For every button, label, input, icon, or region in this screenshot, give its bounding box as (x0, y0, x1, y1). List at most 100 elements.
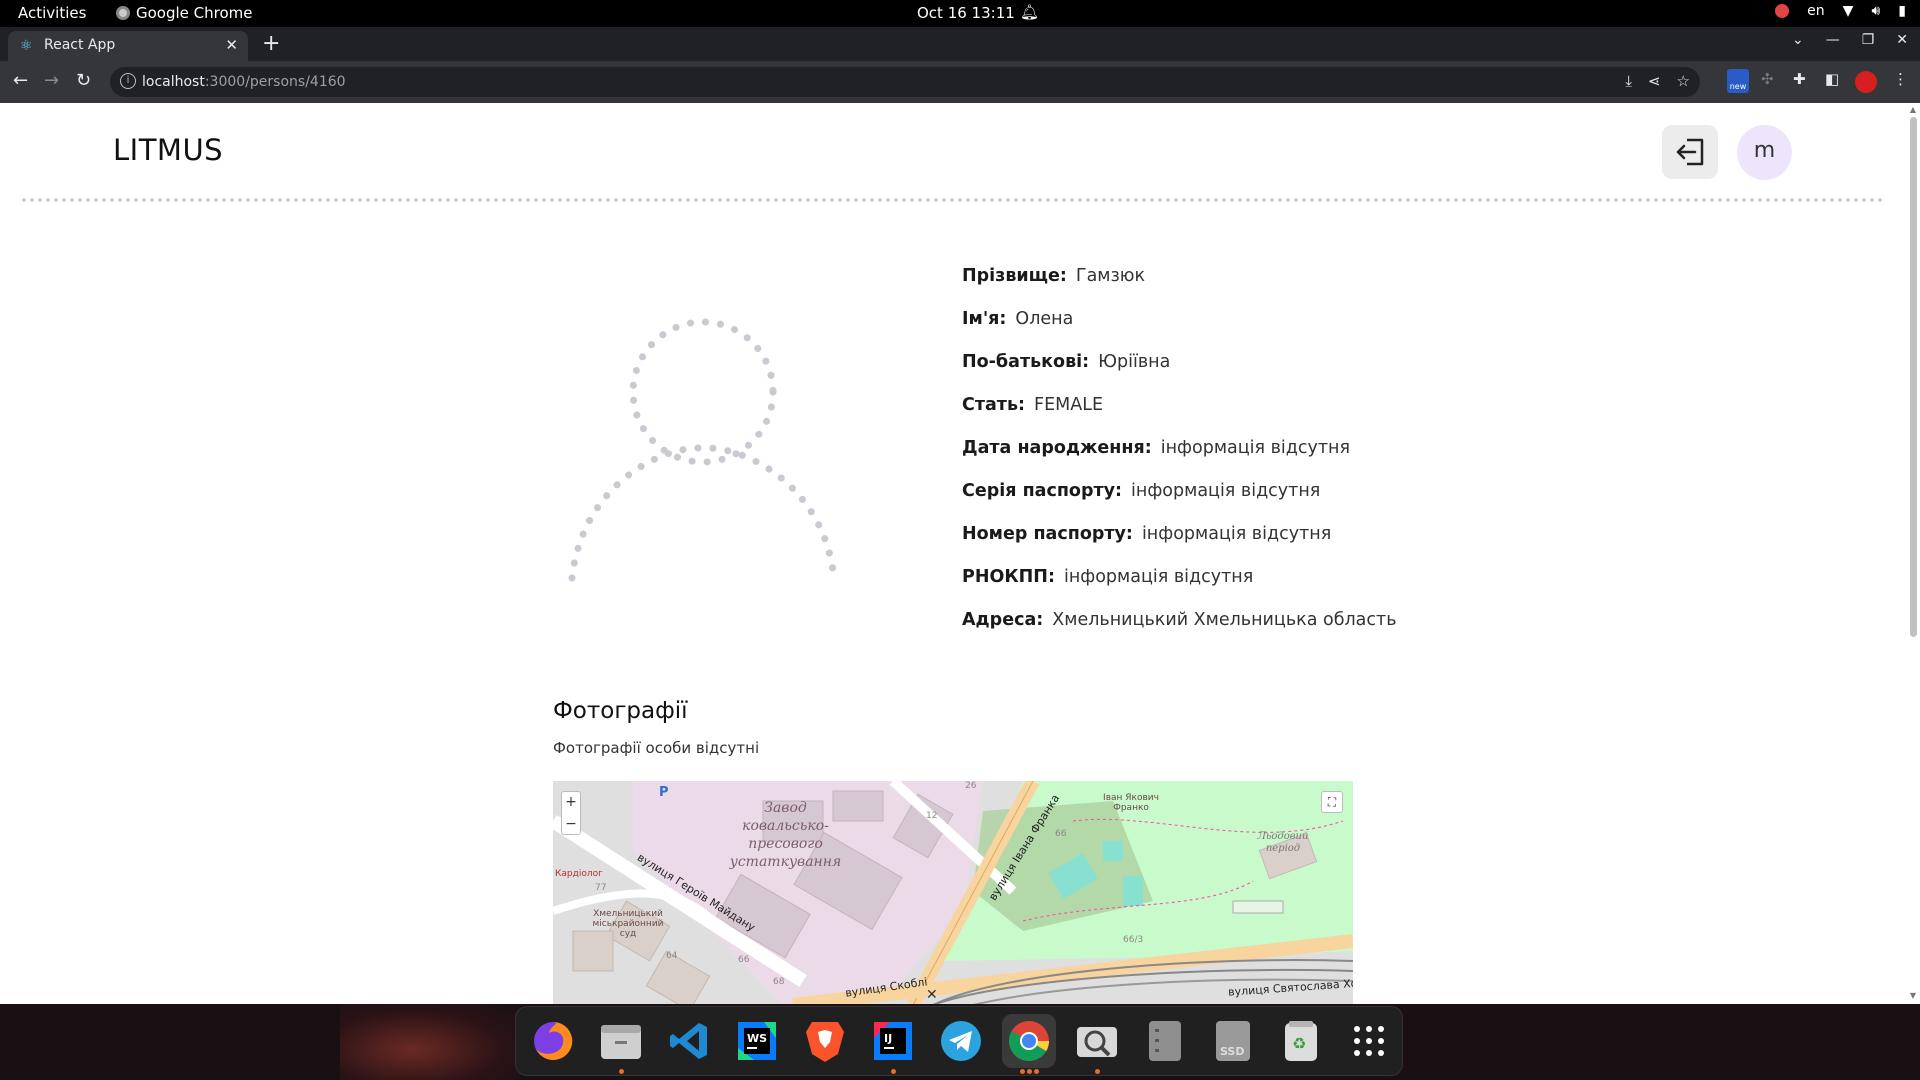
address-bar[interactable]: i localhost:3000/persons/4160 ⤓ ⋖ ☆ (110, 67, 1700, 97)
disks-icon[interactable] (1138, 1014, 1192, 1068)
webstorm-icon[interactable]: WS (730, 1014, 784, 1068)
chrome-menu-icon[interactable]: ⋮ (1893, 70, 1908, 88)
map-house-number: 77 (595, 883, 607, 893)
extension-icon[interactable]: ✣ (1761, 70, 1774, 88)
map-label-period: Льодовий період (1257, 831, 1309, 854)
install-icon[interactable]: ⤓ (1625, 72, 1632, 90)
dock: WS IJ SSD ♻ (515, 1006, 1403, 1076)
site-info-icon[interactable]: i (120, 73, 136, 89)
svg-text:IJ: IJ (884, 1032, 892, 1045)
telegram-icon[interactable] (934, 1014, 988, 1068)
maximize-icon[interactable]: ❐ (1862, 32, 1875, 48)
close-window-icon[interactable]: ✕ (1896, 32, 1908, 48)
wifi-icon: ▼ (1842, 3, 1854, 19)
intellij-icon[interactable]: IJ (866, 1014, 920, 1074)
map-house-number: 26 (965, 781, 977, 791)
screen-record-icon (1775, 4, 1790, 18)
brave-icon[interactable] (798, 1014, 852, 1068)
profile-avatar-icon[interactable] (1855, 71, 1877, 93)
notification-bell-icon: 🔔︎ (1020, 3, 1040, 21)
side-panel-icon[interactable]: ◧ (1825, 70, 1839, 88)
map-house-number: 12 (926, 811, 938, 821)
svg-text:♻: ♻ (1292, 1034, 1306, 1053)
svg-text:WS: WS (747, 1032, 767, 1045)
map-house-number: 64 (666, 951, 678, 961)
app-name: Google Chrome (136, 4, 253, 22)
firefox-icon[interactable] (526, 1014, 580, 1068)
map-label-monument: Іван Якович Франко (1103, 793, 1159, 813)
person-placeholder-icon (568, 318, 838, 582)
omnibox-actions: ⤓ ⋖ ☆ (1625, 72, 1690, 90)
image-viewer-icon[interactable] (1070, 1014, 1124, 1074)
scrollbar-thumb[interactable] (1910, 117, 1917, 637)
forward-icon[interactable]: → (44, 70, 59, 91)
extension-new-icon[interactable]: new (1727, 69, 1749, 93)
system-tray[interactable]: en ▼ 🔊︎ ▮ (1775, 3, 1906, 19)
app-logo[interactable]: LITMUS (113, 133, 223, 167)
map-zoom-control: + − (561, 791, 581, 835)
info-row-patronymic: По-батькові: Юріївна (962, 352, 1171, 372)
map-label-factory: Завод ковальсько-пресового устаткування (729, 800, 842, 870)
user-avatar[interactable]: m (1737, 125, 1792, 180)
vscode-icon[interactable] (662, 1014, 716, 1068)
info-row-passport-series: Серія паспорту: інформація відсутня (962, 481, 1321, 501)
url-text[interactable]: localhost:3000/persons/4160 (142, 74, 346, 90)
map-house-number: 68 (773, 977, 785, 987)
back-icon[interactable]: ← (13, 70, 28, 91)
info-row-sex: Стать: FEMALE (962, 395, 1104, 415)
info-row-name: Ім'я: Олена (962, 309, 1074, 329)
system-top-bar: Activities Google Chrome Oct 16 13:11 🔔︎… (0, 0, 1920, 27)
minimize-icon[interactable]: — (1826, 32, 1840, 48)
map-label-cardiolog: Кардіолог (555, 869, 603, 879)
header-divider (20, 198, 1882, 202)
reload-icon[interactable]: ↻ (76, 70, 91, 91)
map-zoom-out-button[interactable]: − (562, 814, 580, 836)
map-fullscreen-icon[interactable]: ⛶ (1321, 791, 1343, 813)
close-tab-icon[interactable]: ✕ (225, 36, 238, 54)
parking-icon: P (659, 785, 669, 800)
svg-text:SSD: SSD (1220, 1045, 1244, 1058)
language-indicator[interactable]: en (1807, 3, 1825, 19)
photos-heading: Фотографії (553, 698, 688, 724)
extensions-puzzle-icon[interactable]: ✚ (1793, 70, 1806, 88)
files-icon[interactable] (594, 1014, 648, 1074)
info-row-birthdate: Дата народження: інформація відсутня (962, 438, 1351, 458)
page-viewport: LITMUS m Прізвище: Гамзюк Ім'я: Олена По-б… (0, 103, 1920, 1004)
map-house-number: 66/3 (1123, 935, 1144, 945)
person-info-list: Прізвище: Гамзюк Ім'я: Олена По-батькові: Ю… (962, 255, 1397, 642)
bookmark-star-icon[interactable]: ☆ (1677, 72, 1690, 90)
share-icon[interactable]: ⋖ (1648, 72, 1661, 90)
browser-toolbar: ← → ↻ i localhost:3000/persons/4160 ⤓ ⋖ … (0, 61, 1920, 103)
photos-empty-message: Фотографії особи відсутні (553, 739, 760, 757)
scroll-down-arrow-icon[interactable]: ▼ (1910, 991, 1916, 1000)
info-row-tax-id: РНОКПП: інформація відсутня (962, 567, 1254, 587)
map-house-number: 66 (1055, 829, 1067, 839)
clock[interactable]: Oct 16 13:11 (917, 4, 1015, 22)
info-row-address: Адреса: Хмельницький Хмельницька область (962, 610, 1397, 630)
trash-icon[interactable]: ♻ (1274, 1014, 1328, 1068)
chrome-icon[interactable] (1002, 1014, 1056, 1074)
volume-icon: 🔊︎ (1871, 3, 1881, 19)
info-row-passport-number: Номер паспорту: інформація відсутня (962, 524, 1332, 544)
location-map[interactable]: + − ⛶ Завод ковальсько-пресового устатку… (553, 781, 1353, 1004)
map-label-court: Хмельницький міськрайонний суд (592, 909, 664, 939)
tab-search-icon[interactable]: ⌄ (1792, 32, 1804, 48)
activities-button[interactable]: Activities (18, 4, 86, 22)
map-house-number: 66 (738, 955, 750, 965)
info-row-surname: Прізвище: Гамзюк (962, 266, 1146, 286)
tab-title: React App (44, 37, 116, 53)
chrome-icon (116, 6, 130, 20)
map-tiles (553, 781, 1353, 1004)
app-menu[interactable]: Google Chrome (116, 4, 253, 22)
ssd-drive-icon[interactable]: SSD (1206, 1014, 1260, 1068)
map-close-icon[interactable]: ✕ (926, 987, 938, 1003)
browser-tab[interactable]: ⚛ React App ✕ (8, 31, 248, 61)
new-tab-button[interactable]: + (262, 31, 280, 56)
page-scrollbar[interactable] (1908, 107, 1918, 637)
app-grid-icon[interactable] (1342, 1014, 1396, 1068)
logout-button[interactable] (1662, 125, 1718, 179)
window-controls: ⌄ — ❐ ✕ (1792, 32, 1908, 48)
scroll-up-arrow-icon[interactable]: ▲ (1910, 105, 1916, 114)
logout-icon (1676, 138, 1704, 166)
map-zoom-in-button[interactable]: + (562, 792, 580, 814)
